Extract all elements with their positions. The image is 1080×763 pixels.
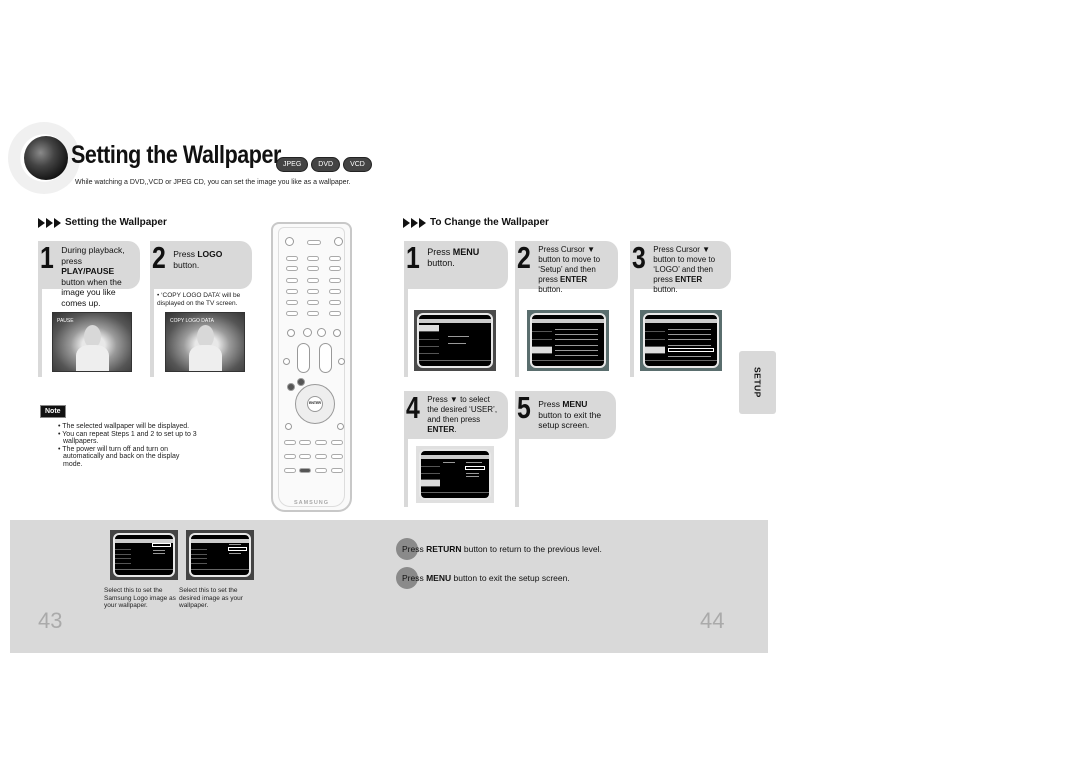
speaker-icon [24,136,68,180]
step-rail [630,289,634,377]
step-number: 2 [152,240,166,275]
step-number: 1 [406,240,420,275]
setup-side-tab: SETUP [739,351,776,414]
step-text: Press Cursor ▼ button to move to ‘Setup’… [538,245,601,294]
tuning-rocker [319,343,332,373]
page-subtitle: While watching a DVD,,VCD or JPEG CD, yo… [75,179,351,186]
right-step-5: 5 Press MENU button to exit the setup sc… [515,391,616,439]
step-2-bullet: • ‘COPY LOGO DATA’ will be displayed on … [157,292,241,307]
triple-arrow-icon [403,217,426,228]
section-heading-text: To Change the Wallpaper [430,217,549,228]
screen-label: COPY LOGO DATA [170,318,214,324]
screen-label: PAUSE [57,318,74,324]
badge-jpeg: JPEG [276,157,309,172]
enter-button-icon: ENTER [307,396,323,412]
section-heading-text: Setting the Wallpaper [65,217,167,228]
step-text: Press LOGO button. [173,249,223,270]
step-number: 2 [517,240,531,275]
step-number: 5 [517,390,531,425]
page-number-right: 44 [700,608,725,633]
step-number: 4 [406,390,420,425]
tip-menu: Press MENU button to exit the setup scre… [396,567,570,589]
section-heading-change: To Change the Wallpaper [403,217,549,228]
notes-list: The selected wallpaper will be displayed… [58,423,198,469]
note-item: You can repeat Steps 1 and 2 to set up t… [58,431,198,446]
section-heading-setting: Setting the Wallpaper [38,217,167,228]
page-title: Setting the Wallpaper [71,141,281,169]
caption-logo-option: Select this to set the Samsung Logo imag… [104,587,176,610]
triple-arrow-icon [38,217,61,228]
logo-button-icon [299,468,311,473]
remote-control-illustration: ENTER SAMSUNG [271,222,352,512]
tip-return: Press RETURN button to return to the pre… [396,538,602,560]
right-step-1: 1 Press MENU button. [404,241,508,289]
step-rail [150,289,154,377]
tv-screen-menu [414,310,496,371]
remote-button [307,240,321,245]
note-item: The power will turn off and turn on auto… [58,446,198,469]
step-rail [404,289,408,377]
open-close-button-icon [334,237,343,246]
step-rail [404,439,408,507]
left-step-2: 2 Press LOGO button. [150,241,252,289]
step-text: Press MENU button to exit the setup scre… [538,399,602,430]
step-text: During playback, press PLAY/PAUSE button… [61,245,125,308]
right-step-4: 4 Press ▼ to select the desired ‘USER’, … [404,391,508,439]
step-number: 1 [40,240,54,275]
tv-screen-logo [640,310,722,371]
step-rail [38,289,42,377]
step-text: Press MENU button. [427,247,480,268]
copy-logo-screen-photo: COPY LOGO DATA [165,312,245,372]
power-button-icon [285,237,294,246]
tv-screen-setup [527,310,609,371]
badge-dvd: DVD [311,157,341,172]
pause-screen-photo: PAUSE [52,312,132,372]
volume-rocker [297,343,310,373]
right-step-2: 2 Press Cursor ▼ button to move to ‘Setu… [515,240,618,294]
step-number: 3 [632,240,646,275]
note-label: Note [40,405,66,418]
right-step-3: 3 Press Cursor ▼ button to move to ‘LOGO… [630,240,731,294]
step-text: Press ▼ to select the desired ‘USER’, an… [427,395,498,434]
remote-brand: SAMSUNG [293,500,330,506]
step-rail [515,439,519,507]
note-item: The selected wallpaper will be displayed… [58,423,198,431]
format-badges: JPEG DVD VCD [276,157,372,172]
caption-user-option: Select this to set the desired image as … [179,587,243,610]
left-step-1: 1 During playback, press PLAY/PAUSE butt… [38,240,140,308]
step-text: Press Cursor ▼ button to move to ‘LOGO’ … [653,245,716,294]
step-rail [515,289,519,377]
page-number-left: 43 [38,608,63,633]
tv-screen-user-option [186,530,254,580]
tv-screen-user [416,446,494,503]
badge-vcd: VCD [343,157,372,172]
tv-screen-logo-option [110,530,178,580]
